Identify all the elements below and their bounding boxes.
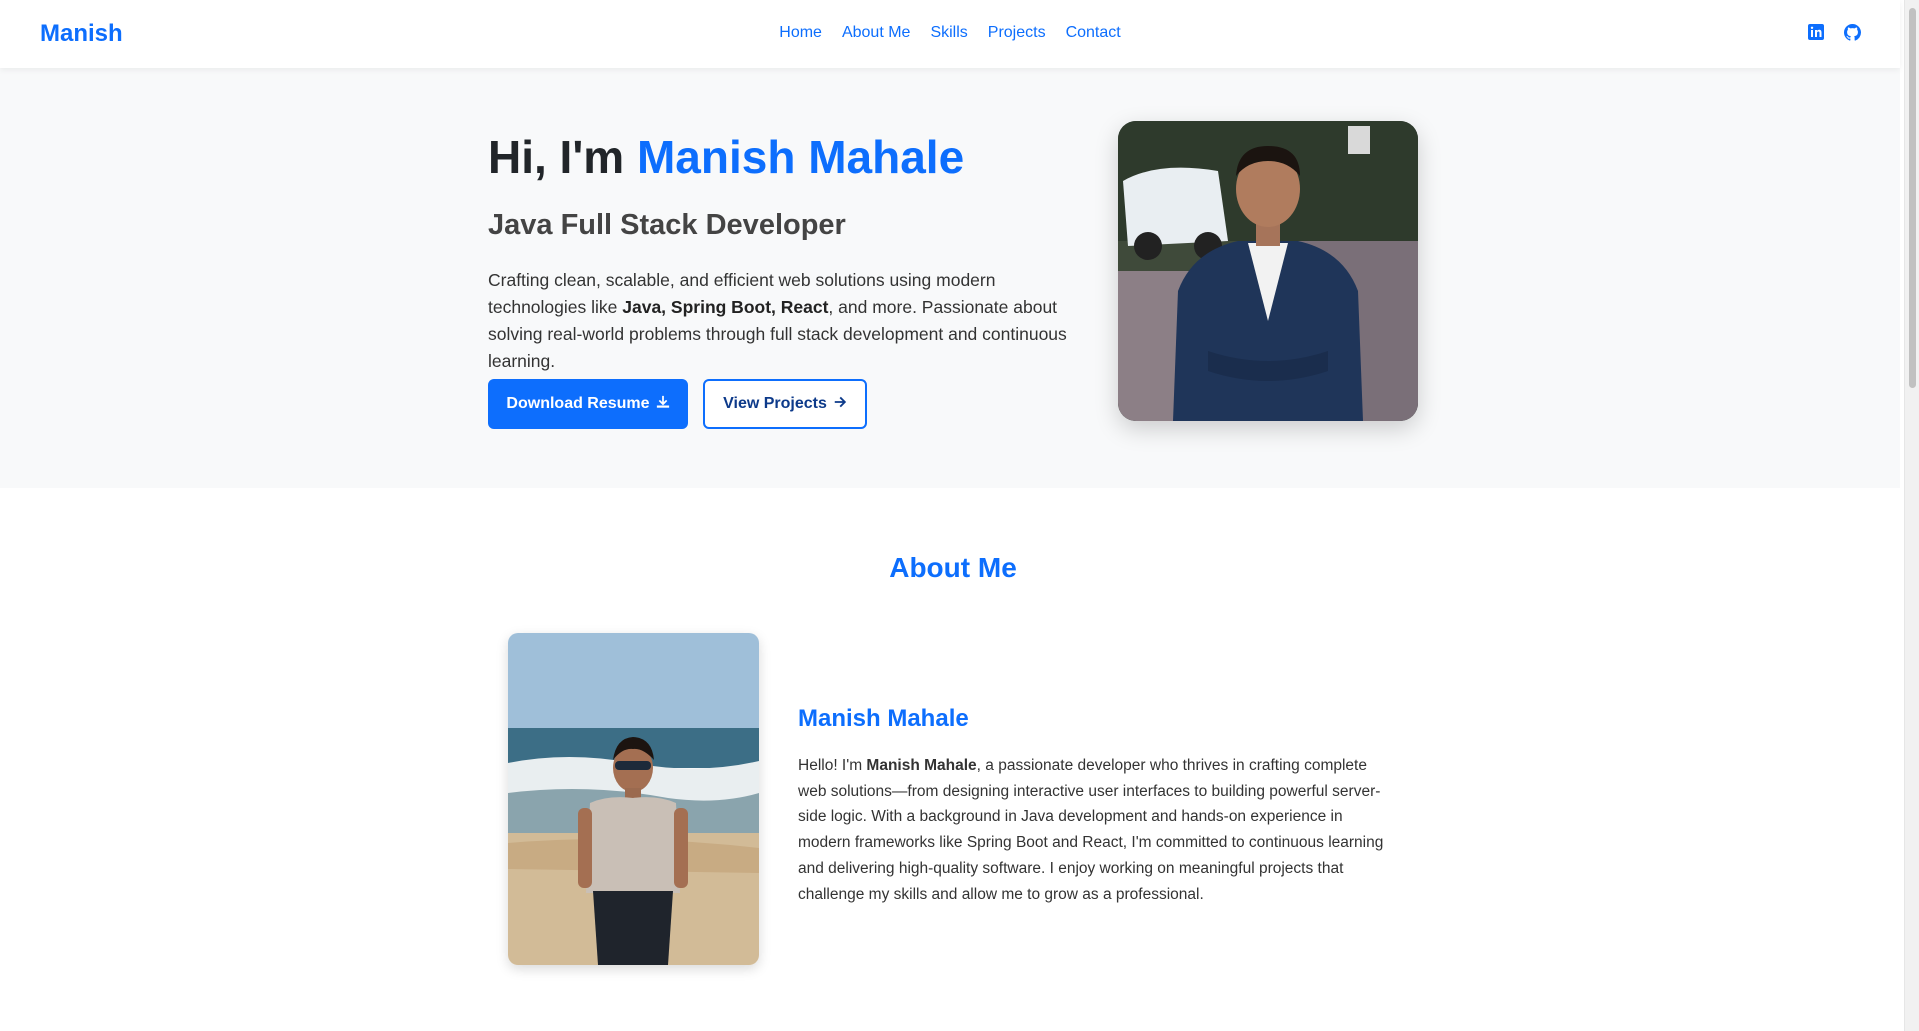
- about-description: Hello! I'm Manish Mahale, a passionate d…: [798, 753, 1398, 907]
- scrollbar-thumb[interactable]: [1909, 8, 1916, 388]
- view-projects-label: View Projects: [723, 395, 827, 412]
- hero-desc-bold: Java, Spring Boot, React: [622, 297, 829, 317]
- hero-heading: Hi, I'm Manish Mahale: [488, 130, 964, 184]
- hero-description: Crafting clean, scalable, and efficient …: [488, 267, 1098, 375]
- nav-link-home[interactable]: Home: [779, 24, 822, 42]
- nav-link-projects[interactable]: Projects: [988, 24, 1046, 42]
- hero-profile-photo: [1118, 121, 1418, 421]
- about-name: Manish Mahale: [798, 705, 969, 732]
- about-section-title: About Me: [889, 552, 1017, 583]
- hero-greeting: Hi, I'm: [488, 131, 637, 183]
- nav-link-skills[interactable]: Skills: [930, 24, 967, 42]
- nav-link-contact[interactable]: Contact: [1066, 24, 1121, 42]
- linkedin-icon[interactable]: [1808, 24, 1826, 42]
- about-text-start: Hello! I'm: [798, 757, 867, 774]
- view-projects-button[interactable]: View Projects: [703, 379, 867, 429]
- navbar: Manish Home About Me Skills Projects Con…: [0, 0, 1900, 68]
- arrow-right-icon: [833, 395, 847, 414]
- about-photo: [508, 633, 759, 965]
- github-icon[interactable]: [1844, 24, 1862, 42]
- hero-role: Java Full Stack Developer: [488, 209, 846, 241]
- social-icons: [1808, 24, 1862, 42]
- hero-section: Hi, I'm Manish Mahale Java Full Stack De…: [0, 68, 1900, 488]
- about-text-bold: Manish Mahale: [866, 757, 977, 774]
- vertical-scrollbar[interactable]: [1904, 0, 1919, 1031]
- download-icon: [656, 395, 670, 414]
- about-text-end: , a passionate developer who thrives in …: [798, 757, 1384, 903]
- hero-name: Manish Mahale: [636, 131, 965, 183]
- download-resume-button[interactable]: Download Resume: [488, 379, 688, 429]
- nav-links: Home About Me Skills Projects Contact: [0, 24, 1900, 42]
- nav-link-about[interactable]: About Me: [842, 24, 910, 42]
- download-resume-label: Download Resume: [506, 395, 650, 412]
